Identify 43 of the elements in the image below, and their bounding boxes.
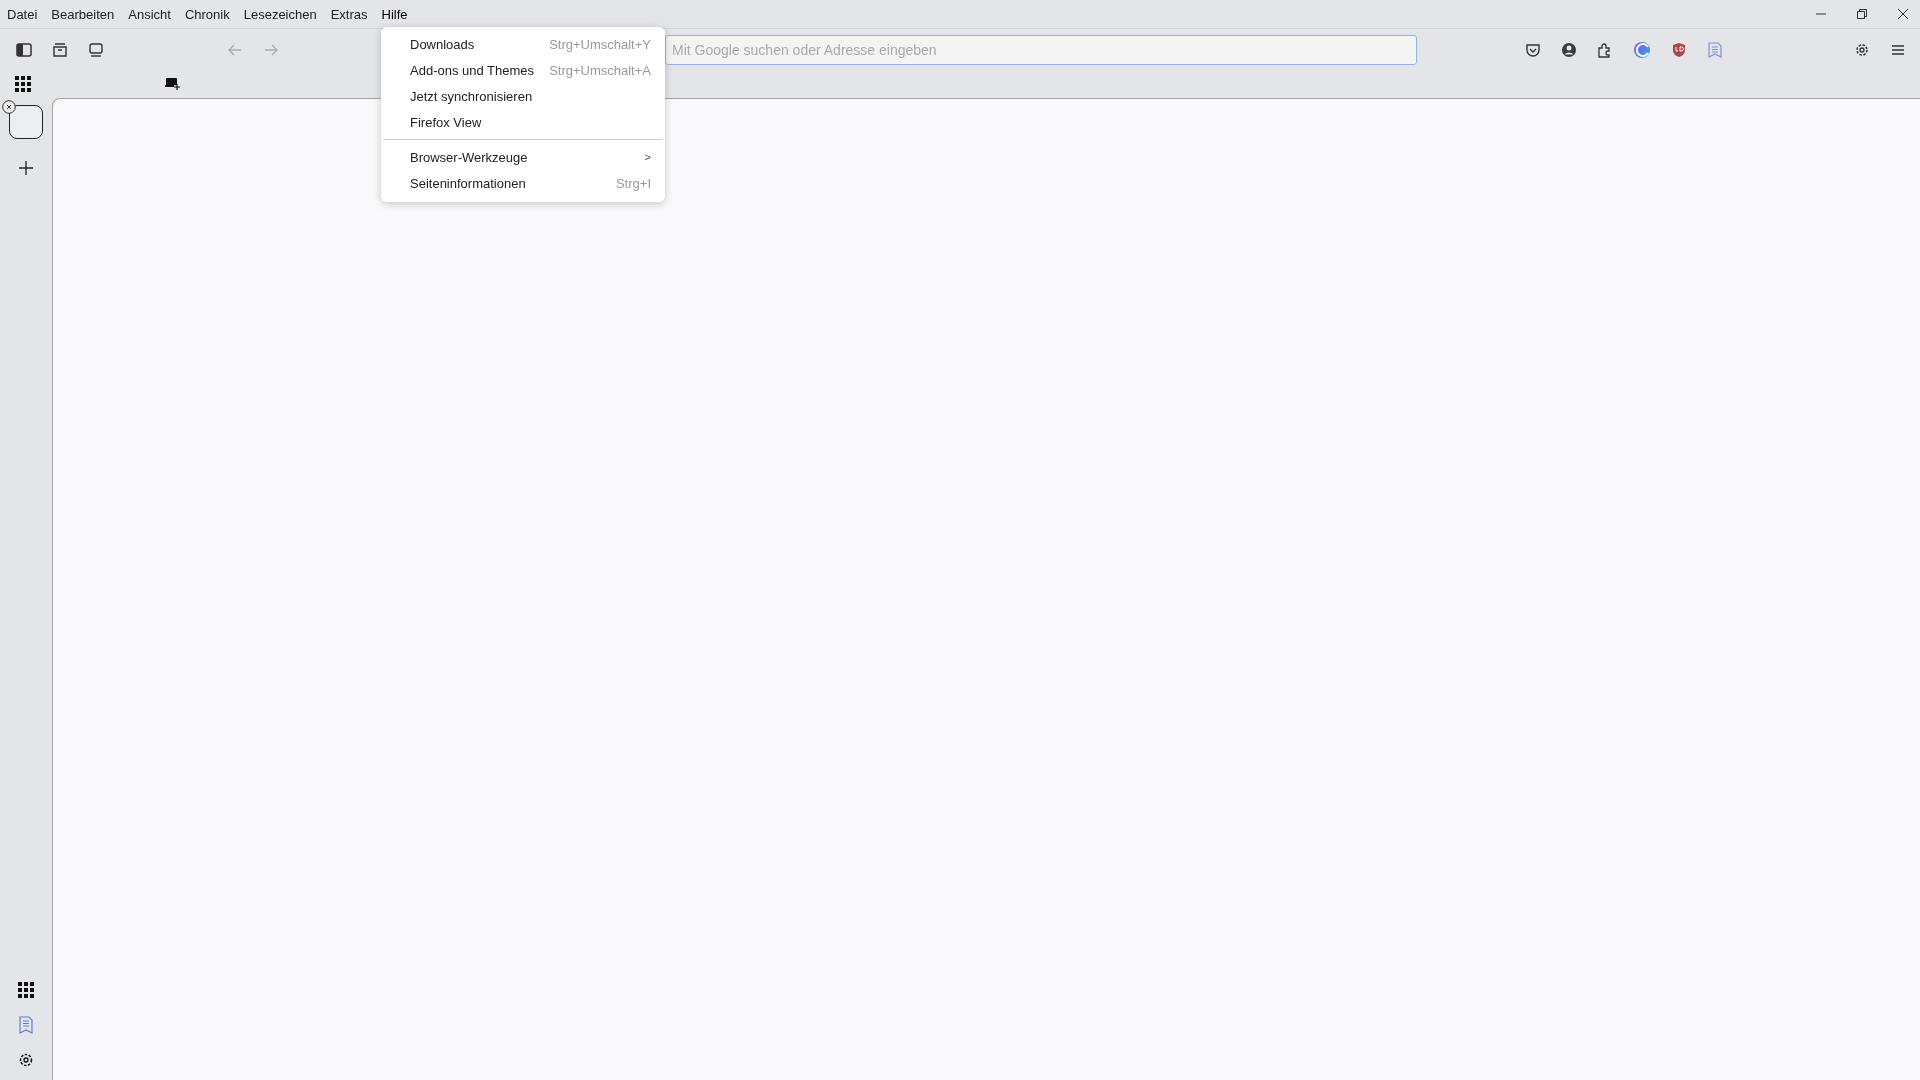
notes-icon[interactable] bbox=[18, 1016, 34, 1034]
app-grid-icon[interactable] bbox=[18, 982, 34, 998]
account-icon[interactable] bbox=[1561, 41, 1577, 58]
add-icon[interactable] bbox=[19, 161, 33, 175]
menu-item-label: Jetzt synchronisieren bbox=[410, 88, 533, 104]
restore-icon[interactable] bbox=[1856, 8, 1868, 20]
settings-icon[interactable] bbox=[18, 1052, 34, 1068]
submenu-item[interactable]: Browser-Werkzeuge > bbox=[381, 144, 665, 170]
settings-icon[interactable] bbox=[1854, 41, 1870, 58]
puzzle-icon[interactable] bbox=[1597, 41, 1613, 58]
menu-bar-item[interactable]: Lesezeichen bbox=[243, 4, 317, 24]
menu-item[interactable]: Seiteninformationen Strg+I bbox=[381, 170, 665, 196]
menu-bar-item[interactable]: Datei bbox=[7, 4, 38, 24]
shield-icon[interactable] bbox=[1671, 41, 1687, 58]
monitor-icon[interactable] bbox=[88, 41, 104, 58]
menu-item-label: Add-ons und Themes bbox=[410, 62, 535, 78]
submenu-arrow: > bbox=[644, 151, 651, 163]
menu-item[interactable]: Add-ons und Themes Strg+Umschalt+A bbox=[381, 57, 665, 83]
close-icon[interactable] bbox=[2, 100, 16, 114]
app-grid-icon[interactable] bbox=[15, 76, 31, 92]
sidebar-icon[interactable] bbox=[16, 42, 32, 57]
shortcut-text: Strg+I bbox=[615, 175, 651, 191]
menu-item-label: Seiteninformationen bbox=[410, 175, 526, 191]
menu-item[interactable]: Downloads Strg+Umschalt+Y bbox=[381, 31, 665, 57]
menu-bar-item[interactable]: Chronik bbox=[184, 4, 230, 24]
shortcut-text: Strg+Umschalt+A bbox=[549, 62, 651, 78]
shortcut-text: Strg+Umschalt+Y bbox=[549, 36, 651, 52]
menu-item-label: Firefox View bbox=[410, 114, 482, 130]
new-tab-icon[interactable] bbox=[165, 77, 181, 91]
extension-icon[interactable] bbox=[1633, 40, 1651, 59]
menu-item[interactable]: Jetzt synchronisieren bbox=[381, 83, 665, 109]
archive-icon[interactable] bbox=[52, 41, 68, 58]
pocket-icon[interactable] bbox=[1525, 41, 1541, 58]
menu-bar-item[interactable]: Ansicht bbox=[128, 4, 171, 24]
menu-bar-item[interactable]: Bearbeiten bbox=[51, 4, 115, 24]
menu-item-label: Browser-Werkzeuge bbox=[410, 149, 528, 165]
menu-bar-item[interactable]: Hilfe bbox=[381, 4, 408, 24]
close-icon[interactable] bbox=[1897, 8, 1909, 20]
menu-bar-item[interactable]: Extras bbox=[330, 4, 368, 24]
menu-item[interactable]: Firefox View bbox=[381, 109, 665, 135]
address-bar[interactable]: Mit Google suchen oder Adresse eingeben bbox=[665, 34, 1417, 65]
menu-item-label: Downloads bbox=[410, 36, 475, 52]
tab-thumbnail[interactable] bbox=[9, 105, 43, 139]
